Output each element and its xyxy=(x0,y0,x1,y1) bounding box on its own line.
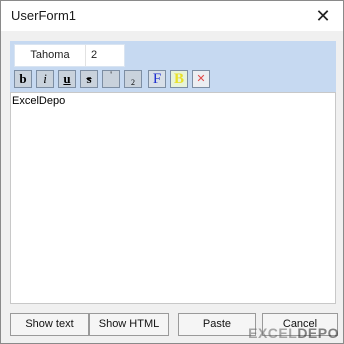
show-html-button[interactable]: Show HTML xyxy=(89,313,169,336)
userform-window: UserForm1 ✕ Tahoma 2 b i u s ' 2 F B ✕ E… xyxy=(0,0,344,344)
back-color-button[interactable]: B xyxy=(170,70,188,88)
subscript-button[interactable]: 2 xyxy=(124,70,142,88)
underline-button[interactable]: u xyxy=(58,70,76,88)
bold-button[interactable]: b xyxy=(14,70,32,88)
close-icon[interactable]: ✕ xyxy=(313,6,333,26)
font-size-field[interactable]: 2 xyxy=(91,45,121,66)
paste-button[interactable]: Paste xyxy=(178,313,256,336)
font-selector: Tahoma 2 xyxy=(14,44,125,67)
superscript-button[interactable]: ' xyxy=(102,70,120,88)
title-bar: UserForm1 ✕ xyxy=(1,1,343,31)
rich-text-editor[interactable]: ExcelDepo xyxy=(10,92,336,304)
clear-format-button[interactable]: ✕ xyxy=(192,70,210,88)
watermark-logo: EXCELDEPO xyxy=(248,325,339,341)
formatting-toolbar: Tahoma 2 b i u s ' 2 F B ✕ xyxy=(10,41,336,92)
show-text-button[interactable]: Show text xyxy=(10,313,89,336)
italic-button[interactable]: i xyxy=(36,70,54,88)
font-name-field[interactable]: Tahoma xyxy=(15,45,86,66)
font-color-button[interactable]: F xyxy=(148,70,166,88)
window-title: UserForm1 xyxy=(11,8,77,23)
strikethrough-button[interactable]: s xyxy=(80,70,98,88)
editor-content: ExcelDepo xyxy=(12,95,66,107)
